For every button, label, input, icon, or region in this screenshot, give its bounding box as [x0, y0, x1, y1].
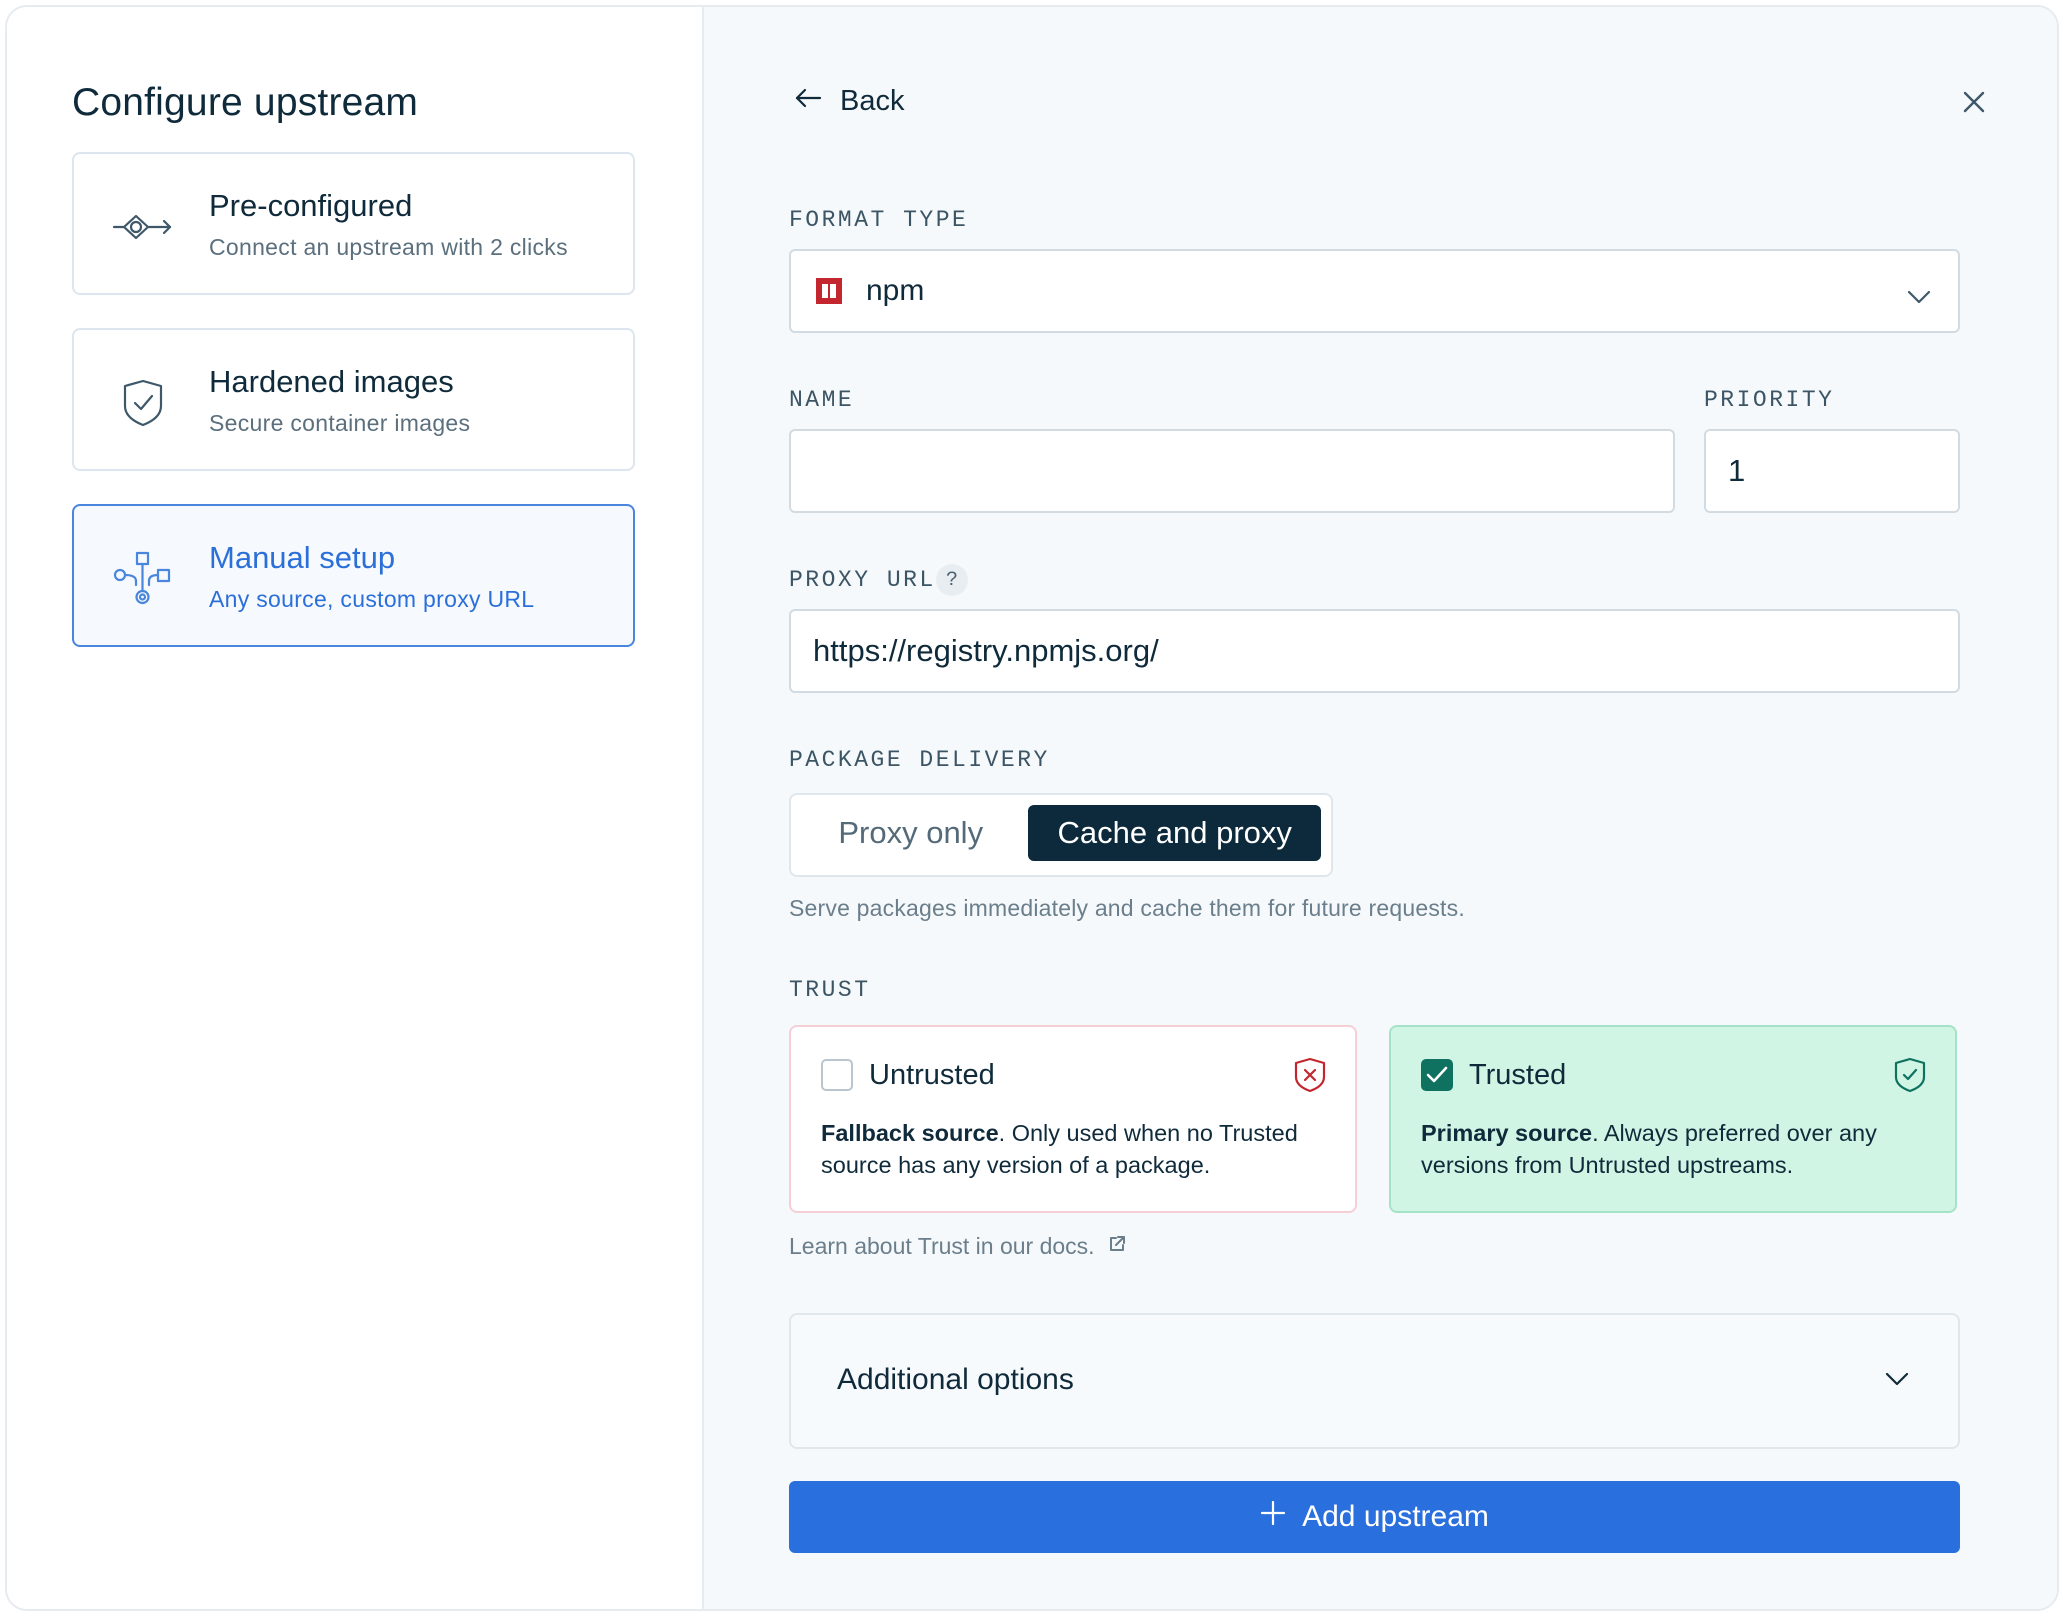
hardened-images-card[interactable]: Hardened images Secure container images: [72, 328, 635, 471]
trusted-checkbox[interactable]: [1421, 1059, 1453, 1091]
proxy-url-label: PROXY URL: [789, 567, 936, 593]
learn-trust-text: Learn about Trust in our docs.: [789, 1233, 1095, 1259]
proxy-url-field[interactable]: [789, 609, 1960, 693]
package-delivery-toggle: Proxy only Cache and proxy: [789, 793, 1333, 877]
arrow-left-icon: [794, 85, 822, 118]
trusted-description: Primary source. Always preferred over an…: [1421, 1120, 1877, 1178]
card-subtitle: Any source, custom proxy URL: [209, 586, 535, 612]
additional-options-accordion[interactable]: Additional options: [789, 1313, 1960, 1449]
configure-upstream-modal: Configure upstream Pre-configured Connec…: [5, 5, 2059, 1611]
card-subtitle: Connect an upstream with 2 clicks: [209, 234, 568, 260]
untrusted-option[interactable]: Untrusted Fallback source. Only used whe…: [789, 1025, 1357, 1213]
card-title: Pre-configured: [209, 188, 413, 223]
card-title: Manual setup: [209, 540, 396, 575]
package-delivery-label: PACKAGE DELIVERY: [789, 747, 1050, 773]
card-subtitle: Secure container images: [209, 410, 471, 436]
chevron-down-icon: [1906, 279, 1932, 313]
cache-and-proxy-option[interactable]: Cache and proxy: [1028, 805, 1321, 861]
connector-icon: [112, 196, 174, 258]
shield-x-icon: [1293, 1057, 1327, 1093]
untrusted-checkbox[interactable]: [821, 1059, 853, 1091]
priority-label: PRIORITY: [1704, 387, 1835, 413]
close-icon[interactable]: [1959, 87, 1989, 117]
delivery-hint: Serve packages immediately and cache the…: [789, 895, 1465, 921]
external-link-icon: [1107, 1233, 1127, 1260]
preconfigured-card[interactable]: Pre-configured Connect an upstream with …: [72, 152, 635, 295]
page-title: Configure upstream: [72, 81, 419, 124]
untrusted-title: Untrusted: [869, 1059, 995, 1091]
priority-input[interactable]: [1728, 431, 1936, 511]
chevron-down-icon: [1884, 1371, 1910, 1392]
add-upstream-button[interactable]: Add upstream: [789, 1481, 1960, 1553]
npm-logo-icon: [816, 278, 842, 304]
proxy-only-option[interactable]: Proxy only: [801, 805, 1020, 861]
name-field[interactable]: [789, 429, 1675, 513]
help-icon[interactable]: ?: [936, 564, 968, 596]
untrusted-description: Fallback source. Only used when no Trust…: [821, 1120, 1298, 1178]
card-title: Hardened images: [209, 364, 454, 399]
format-type-value: npm: [866, 274, 925, 307]
priority-field[interactable]: [1704, 429, 1960, 513]
add-upstream-label: Add upstream: [1302, 1500, 1489, 1533]
back-button[interactable]: Back: [794, 85, 904, 118]
additional-options-title: Additional options: [837, 1363, 1074, 1396]
shield-check-icon: [112, 372, 174, 434]
shield-check-icon: [1893, 1057, 1927, 1093]
name-input[interactable]: [813, 431, 1651, 511]
learn-trust-link[interactable]: Learn about Trust in our docs.: [789, 1233, 1127, 1260]
right-panel: Back FORMAT TYPE npm NAME PRIORITY 1 PRO…: [704, 7, 2057, 1609]
trust-label: TRUST: [789, 977, 871, 1003]
manual-setup-card[interactable]: Manual setup Any source, custom proxy UR…: [72, 504, 635, 647]
trusted-option[interactable]: Trusted Primary source. Always preferred…: [1389, 1025, 1957, 1213]
format-type-select[interactable]: npm: [789, 249, 1960, 333]
network-tree-icon: [112, 548, 174, 610]
format-type-label: FORMAT TYPE: [789, 207, 969, 233]
left-panel: Configure upstream Pre-configured Connec…: [7, 7, 704, 1609]
proxy-url-input[interactable]: [813, 611, 1936, 691]
plus-icon: [1260, 1500, 1286, 1534]
back-label: Back: [840, 85, 905, 117]
name-label: NAME: [789, 387, 855, 413]
trusted-title: Trusted: [1469, 1059, 1567, 1091]
